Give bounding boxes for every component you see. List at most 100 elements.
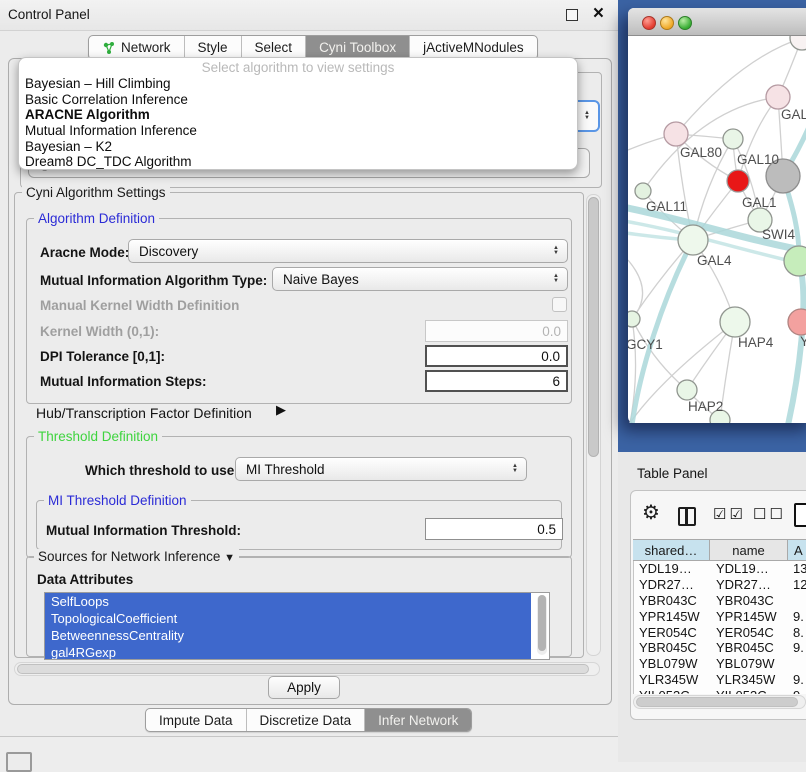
svg-text:SWI4: SWI4 xyxy=(762,227,795,242)
node-hap4[interactable] xyxy=(720,307,750,337)
tab-impute-data[interactable]: Impute Data xyxy=(146,709,246,731)
column-header-clipped[interactable]: A xyxy=(788,540,806,560)
node-hap2[interactable] xyxy=(677,380,697,400)
table-row[interactable]: YDL19…YDL19…13 xyxy=(634,561,806,577)
algorithm-option[interactable]: Bayesian – K2 xyxy=(19,139,577,155)
mi-type-label: Mutual Information Algorithm Type: xyxy=(40,273,267,288)
attribute-list-scrollbar[interactable] xyxy=(537,595,547,655)
kernel-width-field[interactable]: 0.0 xyxy=(425,320,568,342)
table-panel-title: Table Panel xyxy=(637,466,708,481)
algorithm-definition-title: Algorithm Definition xyxy=(34,211,159,226)
expander-arrow-icon[interactable]: ▶ xyxy=(276,402,286,418)
vscrollbar-thumb[interactable] xyxy=(588,197,599,457)
table-row[interactable]: YBR043CYBR043C xyxy=(634,593,806,609)
table-row[interactable]: YBR045CYBR045C9. xyxy=(634,640,806,656)
node-gcy1[interactable] xyxy=(628,311,640,327)
attribute-item-selected[interactable]: gal4RGexp xyxy=(45,644,531,660)
tab-infer-network[interactable]: Infer Network xyxy=(364,709,471,731)
attribute-item-selected[interactable]: BetweennessCentrality xyxy=(45,627,531,644)
node-labels: GAL GAL80 GAL10 GAL1 GAL11 SWI4 GAL4 GCY… xyxy=(628,107,806,414)
mi-threshold-label: Mutual Information Threshold: xyxy=(46,523,241,538)
export-table-icon[interactable] xyxy=(794,503,806,527)
gear-icon[interactable]: ⚙ xyxy=(642,503,660,523)
node-selected-red[interactable] xyxy=(727,170,749,192)
close-icon[interactable]: × xyxy=(593,3,604,25)
stepper-arrows-icon: ▲▼ xyxy=(581,103,593,129)
manual-kernel-label: Manual Kernel Width Definition xyxy=(40,298,239,313)
tab-select[interactable]: Select xyxy=(241,36,306,59)
mi-steps-field[interactable]: 6 xyxy=(425,370,568,392)
column-header-shared-name[interactable]: shared… xyxy=(633,540,710,560)
svg-text:GAL4: GAL4 xyxy=(697,253,732,268)
svg-text:GAL: GAL xyxy=(781,107,806,122)
close-traffic-light[interactable] xyxy=(642,16,656,30)
algorithm-option[interactable]: Bayesian – Hill Climbing xyxy=(19,76,577,92)
node-gal11[interactable] xyxy=(635,183,651,199)
stepper-arrows-icon: ▲▼ xyxy=(550,241,562,261)
table-row[interactable]: YDR27…YDR27…12 xyxy=(634,577,806,593)
zoom-traffic-light[interactable] xyxy=(678,16,692,30)
columns-icon[interactable] xyxy=(678,507,696,526)
sources-group-title: Sources for Network Inference ▼ xyxy=(34,549,239,564)
mi-threshold-field[interactable]: 0.5 xyxy=(425,518,563,540)
svg-text:GCY1: GCY1 xyxy=(628,337,663,352)
hscrollbar-thumb[interactable] xyxy=(17,664,589,674)
table-hscrollbar-thumb[interactable] xyxy=(636,697,798,707)
collapse-arrow-icon[interactable]: ▼ xyxy=(224,552,235,564)
attribute-item-selected[interactable]: SelfLoops xyxy=(45,593,531,610)
tab-label: Network xyxy=(121,40,171,55)
node-y[interactable] xyxy=(788,309,806,335)
svg-text:Y: Y xyxy=(800,334,806,349)
settings-vscrollbar[interactable] xyxy=(586,194,601,656)
attribute-item-selected[interactable]: TopologicalCoefficient xyxy=(45,610,531,627)
tab-cyni-toolbox[interactable]: Cyni Toolbox xyxy=(305,36,409,59)
tab-jactivemnodules[interactable]: jActiveMNodules xyxy=(409,36,537,59)
table-hscrollbar[interactable] xyxy=(633,695,806,709)
settings-hscrollbar[interactable] xyxy=(14,662,600,676)
hub-section-label[interactable]: Hub/Transcription Factor Definition xyxy=(36,405,252,421)
network-window-titlebar[interactable] xyxy=(628,8,806,36)
mi-steps-label: Mutual Information Steps: xyxy=(40,374,207,389)
data-attributes-label: Data Attributes xyxy=(37,572,133,587)
aracne-mode-label: Aracne Mode: xyxy=(40,245,129,260)
network-canvas[interactable]: GAL GAL80 GAL10 GAL1 GAL11 SWI4 GAL4 GCY… xyxy=(628,36,806,423)
column-header-name[interactable]: name xyxy=(710,540,788,560)
stepper-arrows-icon: ▲▼ xyxy=(550,269,562,289)
control-panel-window: Control Panel × Network Style Select Cyn… xyxy=(0,0,620,737)
settings-group-title: Cyni Algorithm Settings xyxy=(22,185,170,200)
svg-text:GAL1: GAL1 xyxy=(742,195,777,210)
node-gal4[interactable] xyxy=(678,225,708,255)
algorithm-option[interactable]: Mutual Information Inference xyxy=(19,123,577,139)
algorithm-option[interactable]: Dream8 DC_TDC Algorithm xyxy=(19,154,577,170)
node[interactable] xyxy=(790,36,806,50)
select-all-icon[interactable]: ☑☑ xyxy=(713,507,746,523)
tab-style[interactable]: Style xyxy=(184,36,241,59)
tab-network[interactable]: Network xyxy=(89,36,184,59)
tab-discretize-data[interactable]: Discretize Data xyxy=(246,709,365,731)
svg-text:GAL80: GAL80 xyxy=(680,145,722,160)
aracne-mode-value: Discovery xyxy=(139,244,198,259)
node-gal80[interactable] xyxy=(664,122,688,146)
apply-button[interactable]: Apply xyxy=(268,676,340,699)
svg-text:GAL10: GAL10 xyxy=(737,152,779,167)
which-threshold-combo[interactable]: MI Threshold ▲▼ xyxy=(235,457,527,481)
table-row[interactable]: YLR345WYLR345W9. xyxy=(634,672,806,688)
table-row[interactable]: YIL053CYIL053C9 xyxy=(634,687,806,694)
node-gal[interactable] xyxy=(766,85,790,109)
dpi-tolerance-label: DPI Tolerance [0,1]: xyxy=(40,349,165,364)
node-gal10[interactable] xyxy=(723,129,743,149)
table-row[interactable]: YBL079WYBL079W xyxy=(634,656,806,672)
algorithm-option-selected[interactable]: ARACNE Algorithm xyxy=(19,107,577,123)
dpi-tolerance-field[interactable]: 0.0 xyxy=(425,345,568,367)
algorithm-option[interactable]: Basic Correlation Inference xyxy=(19,92,577,108)
table-row[interactable]: YPR145WYPR145W9. xyxy=(634,608,806,624)
mi-type-combo[interactable]: Naive Bayes ▲▼ xyxy=(272,267,568,291)
partial-button-fragment[interactable] xyxy=(6,752,32,772)
float-icon[interactable] xyxy=(566,9,578,21)
minimize-traffic-light[interactable] xyxy=(660,16,674,30)
select-none-icon[interactable]: ☐☐ xyxy=(753,507,786,523)
dropdown-placeholder: Select algorithm to view settings xyxy=(19,60,577,76)
table-row[interactable]: YER054CYER054C8. xyxy=(634,624,806,640)
manual-kernel-checkbox[interactable] xyxy=(552,297,567,312)
aracne-mode-combo[interactable]: Discovery ▲▼ xyxy=(128,239,568,263)
